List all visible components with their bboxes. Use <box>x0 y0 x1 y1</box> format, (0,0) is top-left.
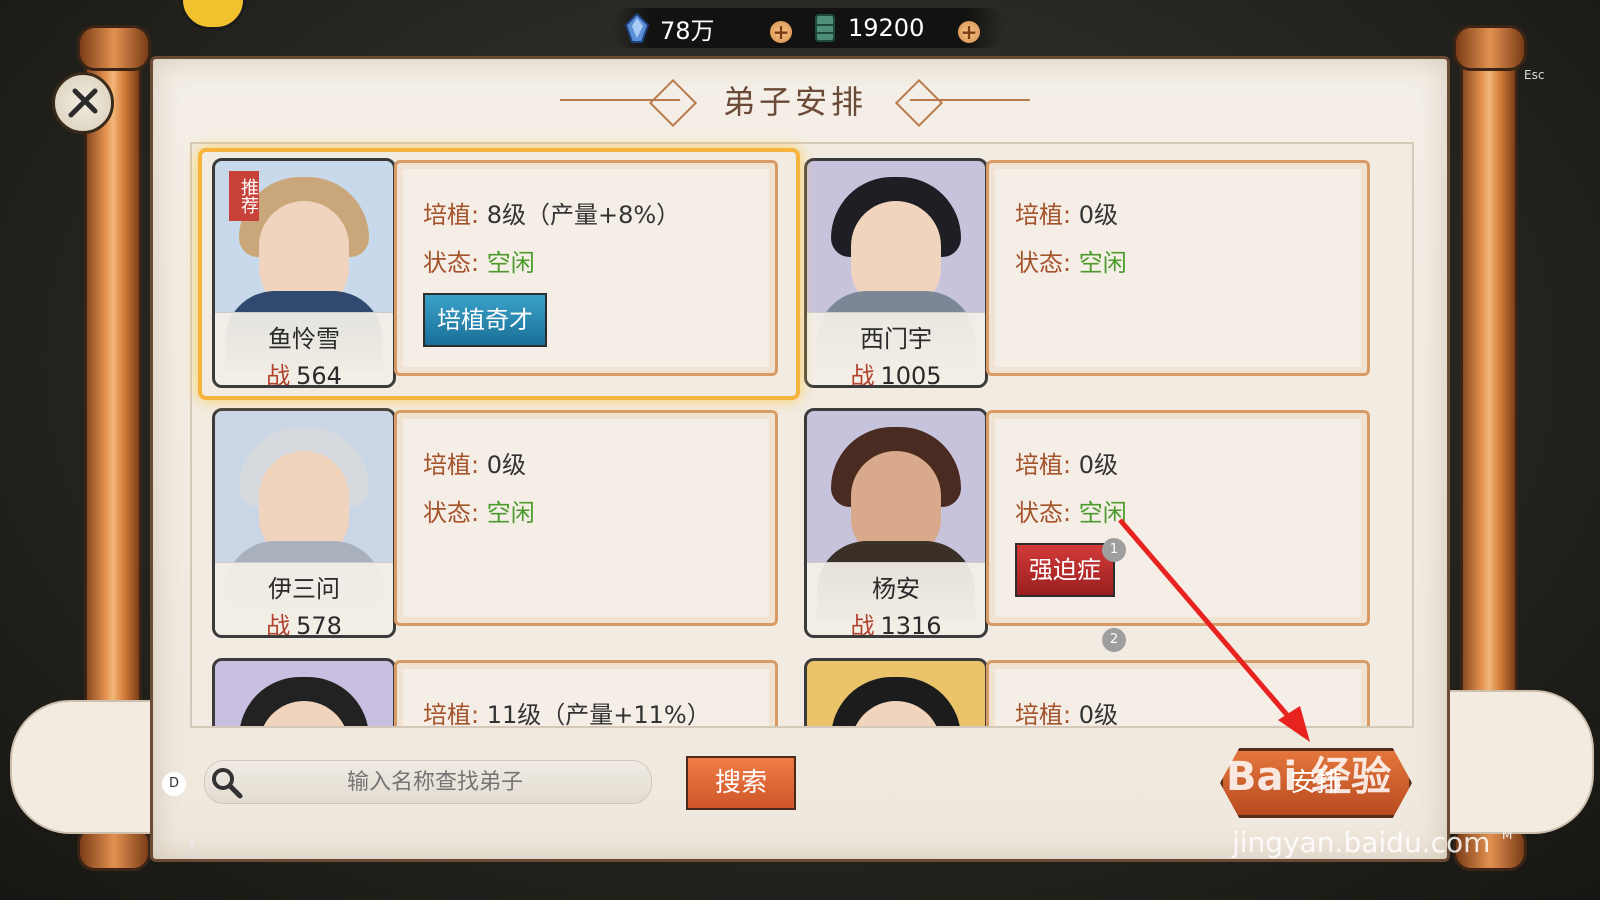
title-banner: 弟子安排 <box>560 78 1030 128</box>
m-key-hint: M <box>1502 828 1513 842</box>
cultivate-level: 0级 <box>486 451 527 479</box>
status-value: 空闲 <box>486 249 535 277</box>
add-bamboo-button[interactable]: + <box>958 21 980 43</box>
add-spirit-stone-button[interactable]: + <box>770 21 792 43</box>
recommend-badge: 推荐 <box>229 171 259 221</box>
search-icon <box>212 768 243 799</box>
disciple-power: 578 <box>296 612 342 638</box>
disciple-name: 杨安 <box>872 575 920 603</box>
status-label: 状态: <box>423 249 480 277</box>
status-label: 状态: <box>423 499 480 527</box>
disciple-info-panel: 培植: 11级（产量+11%） <box>394 660 778 728</box>
disciple-card[interactable]: 西门宇 战 1005 培植: 0级 状态: 空闲 <box>792 150 1374 388</box>
bamboo-amount: 19200 <box>848 14 925 42</box>
power-prefix: 战 <box>266 612 291 638</box>
currency-bamboo: 19200 <box>812 12 924 44</box>
x-key-hint: X <box>188 838 197 852</box>
red-arrow-annotation <box>1118 518 1310 742</box>
disciple-power: 564 <box>296 362 342 388</box>
disciple-info-panel: 培植: 0级 状态: 空闲 <box>986 160 1370 376</box>
status-label: 状态: <box>1015 249 1072 277</box>
power-prefix: 战 <box>850 612 875 638</box>
cultivate-level: 8级（产量+8%） <box>486 201 681 229</box>
currency-bar: 78万 + 19200 + <box>612 8 1004 48</box>
currency-spirit-stone: 78万 <box>624 12 715 45</box>
spirit-stone-amount: 78万 <box>660 16 715 45</box>
disciple-portrait <box>212 658 396 726</box>
search-button[interactable]: 搜索 <box>686 756 796 810</box>
disciple-card[interactable]: 推荐 鱼怜雪 战 564 培植: 8级（产量+8%） 状态: 空闲 培植奇才 <box>200 150 782 388</box>
disciple-info-panel: 培植: 8级（产量+8%） 状态: 空闲 培植奇才 <box>394 160 778 376</box>
spirit-stone-icon <box>624 13 650 43</box>
esc-key-hint: Esc <box>1524 68 1545 82</box>
watermark-brand: Bai 经验 <box>1226 754 1392 800</box>
disciple-power: 1316 <box>880 612 942 638</box>
cultivate-label: 培植: <box>423 201 480 229</box>
search-input[interactable] <box>243 768 627 796</box>
disciple-portrait: 杨安 战 1316 <box>804 408 988 638</box>
cultivate-label: 培植: <box>1015 451 1072 479</box>
disciple-portrait: 伊三问 战 578 <box>212 408 396 638</box>
power-prefix: 战 <box>266 362 291 388</box>
cultivate-label: 培植: <box>423 451 480 479</box>
status-label: 状态: <box>1015 499 1072 527</box>
cultivate-label: 培植: <box>423 701 480 728</box>
disciple-card[interactable]: 伊三问 战 578 培植: 0级 状态: 空闲 <box>200 400 782 638</box>
bamboo-icon <box>815 14 835 42</box>
cultivate-level: 0级 <box>1078 451 1119 479</box>
coin-icon <box>180 0 246 30</box>
cultivate-level: 11级（产量+11%） <box>486 701 711 728</box>
cultivate-label: 培植: <box>1015 201 1072 229</box>
disciple-portrait: 西门宇 战 1005 <box>804 158 988 388</box>
trait-tag[interactable]: 培植奇才 <box>423 293 547 347</box>
cultivate-label: 培植: <box>1015 701 1072 728</box>
disciple-portrait <box>804 658 988 726</box>
disciple-info-panel: 培植: 0级 状态: 空闲 <box>394 410 778 626</box>
disciple-power: 1005 <box>880 362 942 388</box>
disciple-name: 伊三问 <box>268 575 340 603</box>
page-title: 弟子安排 <box>722 83 867 121</box>
d-key-hint: D <box>162 772 186 796</box>
back-button[interactable] <box>52 72 114 134</box>
cultivate-level: 0级 <box>1078 201 1119 229</box>
trait-tag[interactable]: 强迫症 <box>1015 543 1115 597</box>
power-prefix: 战 <box>850 362 875 388</box>
disciple-card[interactable]: 培植: 11级（产量+11%） <box>200 650 782 728</box>
disciple-name: 鱼怜雪 <box>268 325 340 353</box>
crossed-tools-icon <box>68 88 98 118</box>
watermark-url: jingyan.baidu.com <box>1232 826 1491 859</box>
status-value: 空闲 <box>1078 249 1127 277</box>
status-value: 空闲 <box>486 499 535 527</box>
disciple-portrait: 推荐 鱼怜雪 战 564 <box>212 158 396 388</box>
search-bar[interactable] <box>204 760 652 804</box>
disciple-name: 西门宇 <box>860 325 932 353</box>
